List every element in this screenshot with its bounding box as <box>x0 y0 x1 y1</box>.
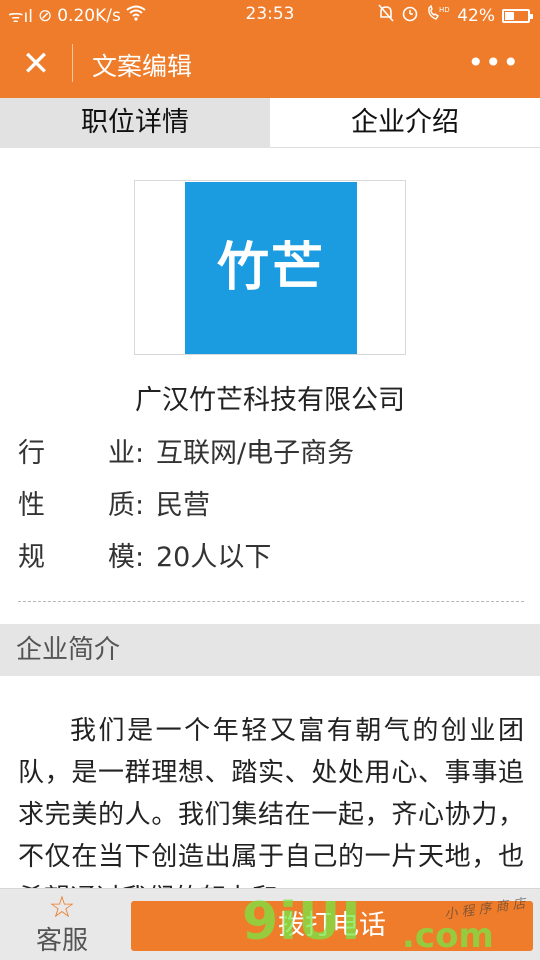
company-logo: 竹芒 <box>185 182 357 354</box>
tab-bar: 职位详情 企业介绍 <box>0 98 540 148</box>
battery-fill <box>505 11 515 20</box>
info-key-char2: 业: <box>108 438 145 469</box>
nav-divider <box>72 44 73 82</box>
customer-service-button[interactable]: ☆ 客服 <box>22 891 102 957</box>
tab-company-intro[interactable]: 企业介绍 <box>270 98 540 148</box>
info-key-char1: 规 <box>18 542 45 573</box>
customer-service-label: 客服 <box>35 926 88 956</box>
battery-text: 42% <box>457 5 495 26</box>
info-value: 民营 <box>156 490 210 521</box>
company-name: 广汉竹芒科技有限公司 <box>135 385 405 416</box>
star-icon: ☆ <box>48 890 76 925</box>
nav-bar: ✕ 文案编辑 ••• <box>0 30 540 98</box>
tab-job-details[interactable]: 职位详情 <box>0 98 270 148</box>
mute-icon <box>378 4 394 27</box>
dashed-divider <box>18 601 524 602</box>
bottom-bar: ☆ 客服 拨打电话 <box>0 888 540 960</box>
status-bar: ᯤıl ⊘ 0.20K/s 23:53 HD 42% <box>0 0 540 30</box>
info-key-char2: 质: <box>108 490 145 521</box>
section-header: 企业简介 <box>0 624 540 676</box>
svg-text:HD: HD <box>439 6 450 14</box>
battery-icon <box>502 8 533 23</box>
page-title: 文案编辑 <box>92 52 193 81</box>
alarm-icon <box>401 4 419 27</box>
call-button[interactable]: 拨打电话 <box>131 901 533 951</box>
info-value: 互联网/电子商务 <box>156 438 355 469</box>
info-key-char1: 性 <box>18 490 45 521</box>
close-icon[interactable]: ✕ <box>18 46 54 82</box>
hd-call-icon: HD <box>426 4 450 27</box>
status-right: HD 42% <box>378 4 533 27</box>
info-key-char2: 模: <box>108 542 145 573</box>
company-logo-frame: 竹芒 <box>134 180 406 355</box>
info-key-char1: 行 <box>18 438 45 469</box>
company-intro-text: 我们是一个年轻又富有朝气的创业团队，是一群理想、踏实、处处用心、事事追求完美的人… <box>18 716 524 888</box>
info-value: 20人以下 <box>156 542 272 573</box>
more-menu-icon[interactable]: ••• <box>467 46 520 80</box>
